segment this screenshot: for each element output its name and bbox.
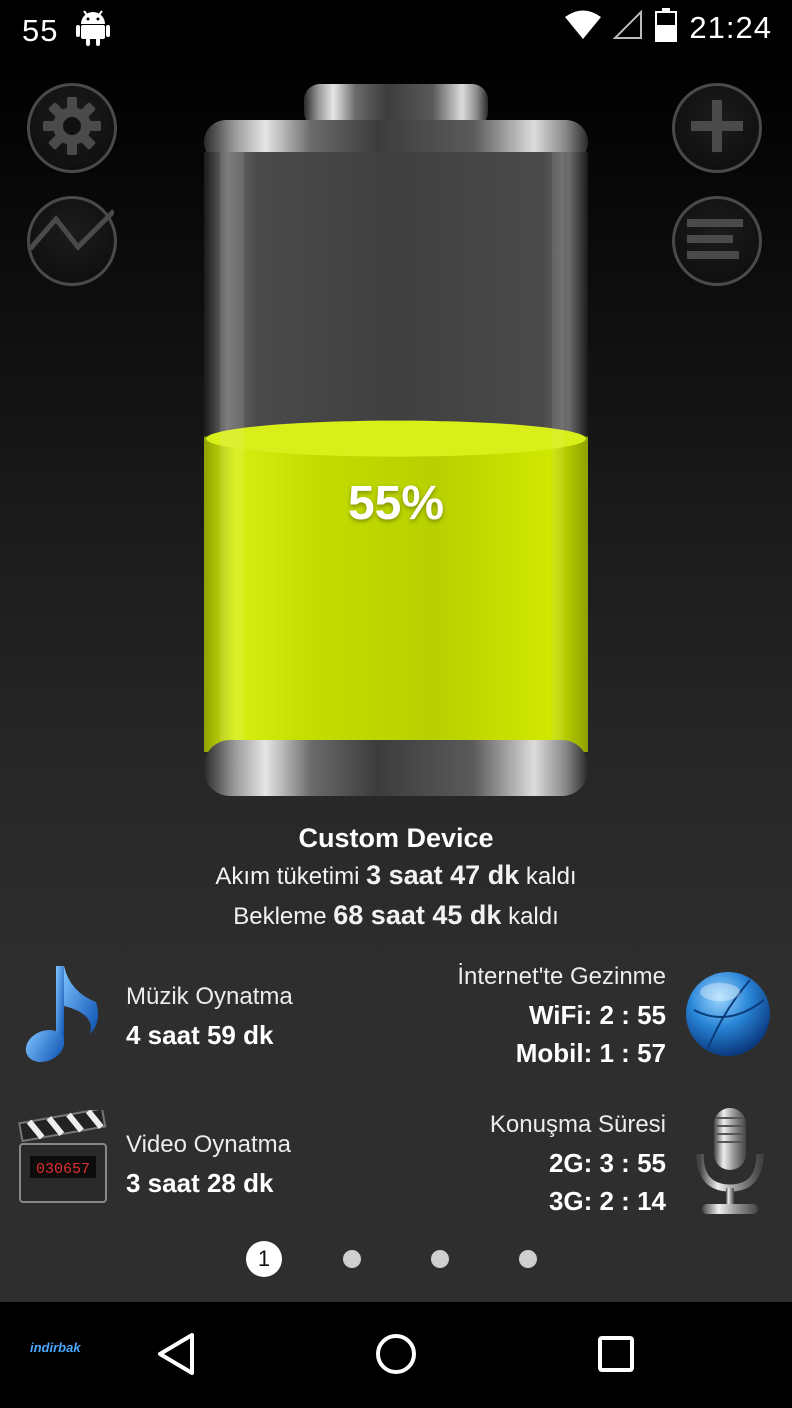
battery-graphic bbox=[200, 80, 592, 820]
gear-icon bbox=[41, 95, 103, 162]
music-stat: Müzik Oynatma 4 saat 59 dk bbox=[126, 978, 293, 1054]
talk-label: Konuşma Süresi bbox=[489, 1111, 666, 1138]
talk-stat: Konuşma Süresi 2G: 3 : 55 3G: 2 : 14 bbox=[490, 1106, 666, 1220]
status-battery-number: 55 bbox=[22, 12, 59, 48]
usage-suffix: kaldı bbox=[525, 863, 577, 890]
page-indicator: 1 bbox=[0, 1241, 792, 1277]
add-button[interactable] bbox=[672, 83, 762, 173]
internet-label: İnternet'te Gezinme bbox=[457, 963, 666, 990]
plus-icon bbox=[689, 98, 745, 159]
battery-svg bbox=[204, 84, 588, 796]
settings-button[interactable] bbox=[27, 83, 117, 173]
home-button[interactable] bbox=[368, 1328, 424, 1384]
globe-icon bbox=[684, 970, 772, 1063]
usage-prefix: Akım tüketimi bbox=[215, 863, 360, 890]
clapperboard-icon: 030657 bbox=[18, 1107, 108, 1211]
home-circle-icon bbox=[374, 1332, 418, 1381]
menu-list-button[interactable] bbox=[672, 196, 762, 286]
usage-line: Akım tüketimi 3 saat 47 dk kaldı bbox=[0, 856, 792, 896]
standby-prefix: Bekleme bbox=[233, 903, 327, 930]
list-lines-icon bbox=[687, 217, 747, 266]
internet-stat: İnternet'te Gezinme WiFi: 2 : 55 Mobil: … bbox=[457, 958, 666, 1072]
music-value: 4 saat 59 dk bbox=[126, 1020, 274, 1050]
cellular-signal-icon bbox=[613, 9, 643, 45]
standby-value: 68 saat 45 dk bbox=[333, 900, 502, 930]
recents-square-icon bbox=[596, 1334, 636, 1379]
battery-status-icon bbox=[655, 8, 678, 47]
page-dot[interactable] bbox=[519, 1250, 537, 1268]
status-bar: 55 21:24 bbox=[0, 0, 792, 56]
usage-value: 3 saat 47 dk bbox=[366, 860, 520, 890]
history-graph-button[interactable] bbox=[27, 196, 117, 286]
device-info: Custom Device Akım tüketimi 3 saat 47 dk… bbox=[0, 820, 792, 936]
page-dot[interactable] bbox=[343, 1250, 361, 1268]
music-label: Müzik Oynatma bbox=[126, 983, 293, 1010]
page-dot-active[interactable]: 1 bbox=[246, 1241, 282, 1277]
status-time: 21:24 bbox=[689, 9, 772, 45]
microphone-icon bbox=[690, 1104, 770, 1223]
recents-button[interactable] bbox=[588, 1328, 644, 1384]
page-dot[interactable] bbox=[431, 1250, 449, 1268]
standby-line: Bekleme 68 saat 45 dk kaldı bbox=[0, 896, 792, 936]
music-note-icon bbox=[18, 962, 102, 1071]
standby-suffix: kaldı bbox=[508, 903, 559, 930]
wifi-icon bbox=[565, 10, 602, 45]
clapper-counter: 030657 bbox=[36, 1161, 90, 1178]
talk-3g: 3G: 2 : 14 bbox=[548, 1186, 666, 1216]
battery-percent: 55% bbox=[347, 477, 445, 530]
main-panel: 55% Custom Device Akım tüketimi 3 saat 4… bbox=[0, 56, 792, 1302]
video-stat: Video Oynatma 3 saat 28 dk bbox=[126, 1126, 291, 1202]
line-chart-icon bbox=[28, 197, 116, 286]
video-value: 3 saat 28 dk bbox=[126, 1168, 274, 1198]
internet-mobile: Mobil: 1 : 57 bbox=[515, 1038, 666, 1068]
back-triangle-icon bbox=[156, 1332, 196, 1381]
android-icon bbox=[76, 10, 111, 51]
talk-2g: 2G: 3 : 55 bbox=[548, 1148, 666, 1178]
back-button[interactable] bbox=[148, 1328, 204, 1384]
navigation-bar: indirbak bbox=[0, 1302, 792, 1408]
internet-wifi: WiFi: 2 : 55 bbox=[528, 1000, 666, 1030]
device-name: Custom Device bbox=[298, 823, 494, 853]
watermark-logo: indirbak bbox=[30, 1340, 81, 1355]
video-label: Video Oynatma bbox=[126, 1131, 291, 1158]
